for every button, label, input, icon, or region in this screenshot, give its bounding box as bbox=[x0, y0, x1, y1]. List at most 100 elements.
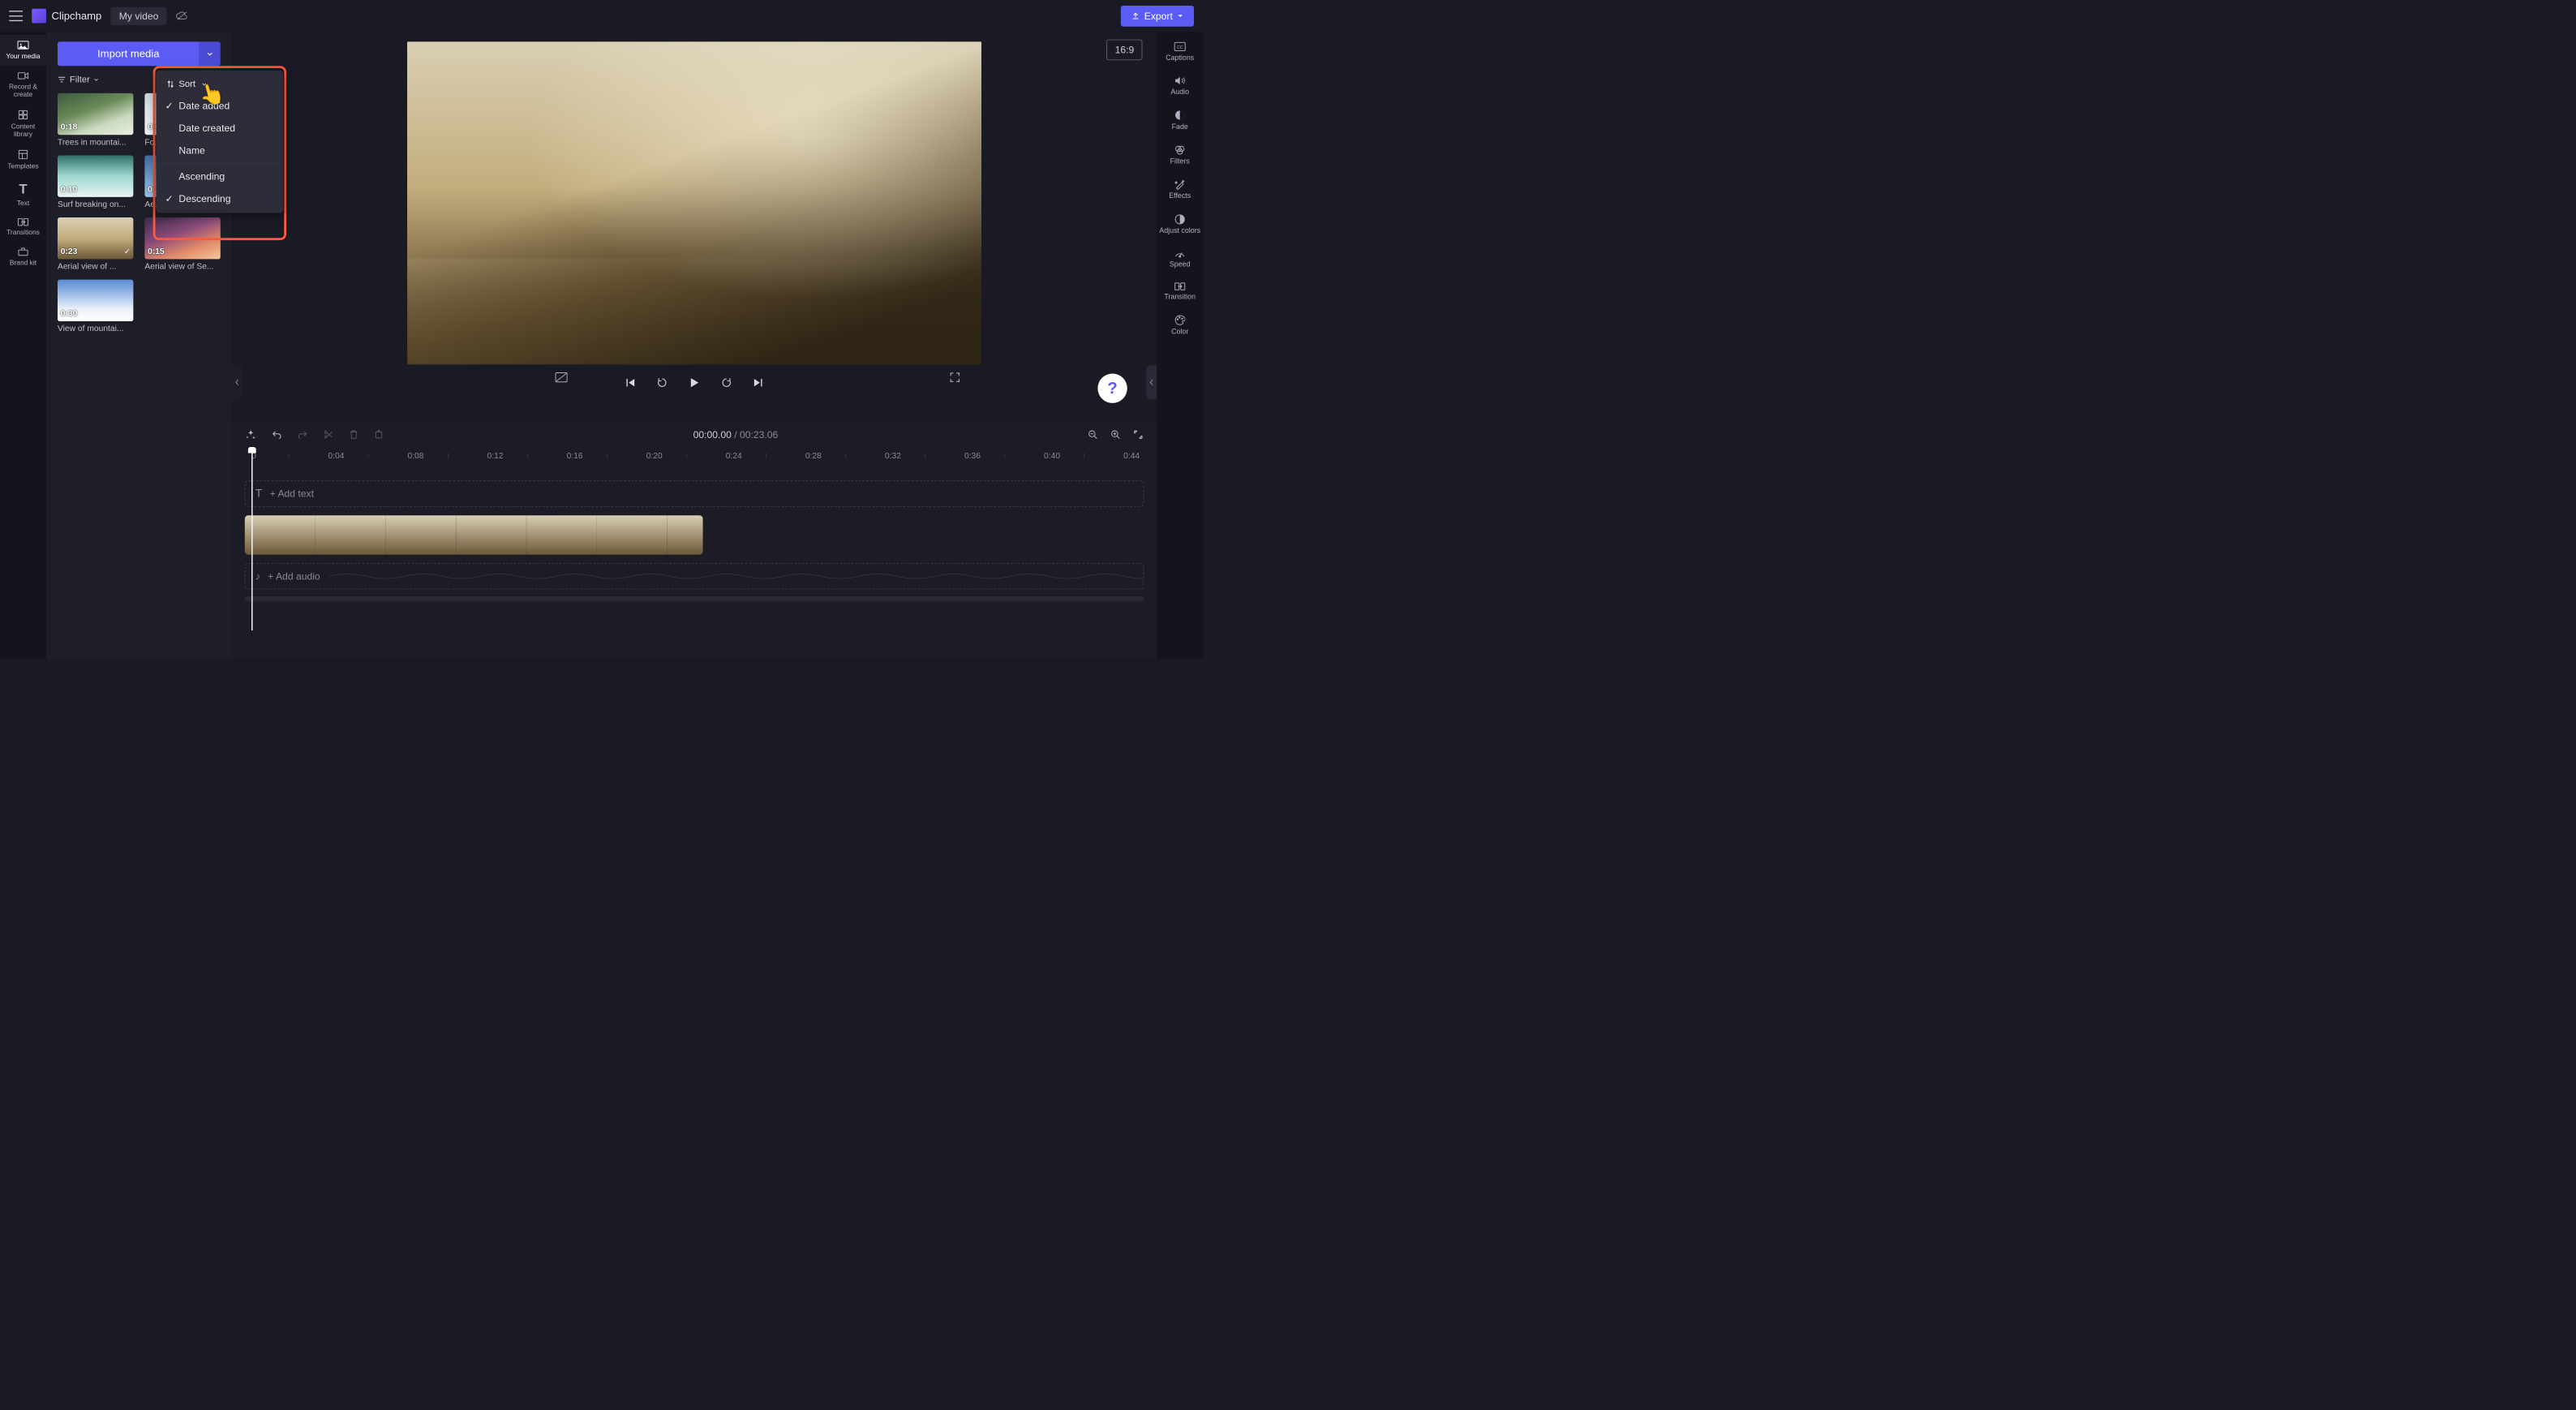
cloud-sync-icon[interactable] bbox=[176, 11, 188, 20]
color-icon bbox=[1174, 315, 1185, 325]
brand: Clipchamp bbox=[32, 9, 101, 24]
rail-templates[interactable]: Templates bbox=[0, 144, 46, 175]
media-thumb[interactable]: 0:10 Surf breaking on... bbox=[58, 155, 133, 208]
sort-menu: Sort ✓Date added Date created Name Ascen… bbox=[156, 71, 283, 213]
rr-effects[interactable]: Effects bbox=[1157, 173, 1203, 208]
crop-button[interactable] bbox=[374, 430, 383, 440]
check-icon: ✓ bbox=[124, 247, 131, 256]
sort-option-ascending[interactable]: Ascending bbox=[156, 166, 283, 188]
split-button[interactable] bbox=[324, 430, 333, 440]
rr-audio[interactable]: Audio bbox=[1157, 69, 1203, 103]
music-note-icon: ♪ bbox=[255, 570, 260, 582]
rail-your-media[interactable]: Your media bbox=[0, 35, 46, 66]
speed-icon bbox=[1174, 249, 1186, 258]
import-media-chevron[interactable] bbox=[200, 41, 221, 66]
fullscreen-button[interactable] bbox=[950, 372, 960, 383]
chevron-left-icon bbox=[1149, 379, 1154, 385]
video-title[interactable]: My video bbox=[110, 7, 166, 25]
check-icon: ✓ bbox=[165, 100, 174, 111]
sort-option-name[interactable]: Name bbox=[156, 140, 283, 162]
chevron-down-icon bbox=[94, 77, 100, 83]
upload-icon bbox=[1131, 11, 1140, 19]
text-icon: T bbox=[255, 488, 263, 501]
audio-waveform-icon bbox=[328, 571, 1144, 582]
rail-record-create[interactable]: Record & create bbox=[0, 66, 46, 104]
rail-content-library[interactable]: Content library bbox=[0, 104, 46, 144]
rr-captions[interactable]: CCCaptions bbox=[1157, 35, 1203, 69]
rr-filters[interactable]: Filters bbox=[1157, 138, 1203, 173]
record-icon bbox=[17, 71, 28, 80]
chevron-down-icon bbox=[201, 81, 207, 87]
skip-end-button[interactable] bbox=[753, 377, 763, 388]
media-thumb[interactable]: 0:30 View of mountai... bbox=[58, 280, 133, 333]
rr-fade[interactable]: Fade bbox=[1157, 103, 1203, 138]
brand-name: Clipchamp bbox=[52, 10, 102, 22]
filters-icon bbox=[1174, 144, 1186, 155]
export-label: Export bbox=[1144, 10, 1173, 21]
media-thumb[interactable]: 0:23✓ Aerial view of ... bbox=[58, 217, 133, 271]
undo-button[interactable] bbox=[272, 431, 281, 439]
timeline-area: 00:00.00 / 00:23.06 0 0:04 0:08 0:12 bbox=[232, 420, 1157, 658]
import-media-button[interactable]: Import media bbox=[58, 41, 200, 66]
fade-icon bbox=[1174, 110, 1185, 120]
chevron-down-icon bbox=[207, 50, 213, 57]
aspect-ratio-button[interactable]: 16:9 bbox=[1106, 40, 1142, 61]
left-rail: Your media Record & create Content libra… bbox=[0, 32, 46, 658]
step-back-button[interactable] bbox=[656, 377, 668, 389]
media-thumb[interactable]: 0:15 Aerial view of Se... bbox=[144, 217, 220, 271]
step-forward-button[interactable] bbox=[721, 377, 732, 389]
hamburger-menu[interactable] bbox=[9, 11, 23, 21]
chevron-down-icon bbox=[1177, 13, 1183, 19]
library-icon bbox=[18, 110, 28, 120]
rail-brand-kit[interactable]: Brand kit bbox=[0, 242, 46, 272]
templates-icon bbox=[18, 149, 28, 160]
sort-option-date-created[interactable]: Date created bbox=[156, 117, 283, 140]
timeline-clip[interactable] bbox=[245, 515, 703, 555]
rail-transitions[interactable]: Transitions bbox=[0, 213, 46, 242]
rail-text[interactable]: T Text bbox=[0, 175, 46, 213]
redo-button[interactable] bbox=[298, 431, 307, 439]
auto-compose-button[interactable] bbox=[246, 429, 256, 440]
timeline-scrollbar[interactable] bbox=[245, 596, 1144, 602]
playhead[interactable] bbox=[251, 449, 252, 630]
svg-text:CC: CC bbox=[1177, 45, 1183, 50]
filter-button[interactable]: Filter bbox=[58, 75, 99, 85]
delete-button[interactable] bbox=[350, 430, 358, 440]
brand-kit-icon bbox=[17, 247, 28, 256]
skip-start-button[interactable] bbox=[625, 377, 636, 388]
media-icon bbox=[17, 41, 28, 50]
rr-speed[interactable]: Speed bbox=[1157, 242, 1203, 275]
media-thumb[interactable]: 0:18 Trees in mountai... bbox=[58, 93, 133, 147]
right-rail: CCCaptions Audio Fade Filters Effects Ad… bbox=[1157, 32, 1203, 658]
add-text-track[interactable]: T + Add text bbox=[245, 480, 1144, 507]
add-audio-track[interactable]: ♪ + Add audio bbox=[245, 563, 1144, 590]
check-icon: ✓ bbox=[165, 193, 174, 204]
audio-icon bbox=[1174, 75, 1186, 85]
timeline-time: 00:00.00 / 00:23.06 bbox=[399, 428, 1071, 440]
expand-right-panel-button[interactable] bbox=[1146, 365, 1157, 399]
rr-color[interactable]: Color bbox=[1157, 308, 1203, 343]
preview-frame[interactable] bbox=[407, 41, 981, 364]
filter-icon bbox=[58, 76, 66, 83]
adjust-colors-icon bbox=[1174, 214, 1185, 225]
transitions-icon bbox=[17, 218, 28, 226]
play-button[interactable] bbox=[689, 376, 701, 389]
transition-icon bbox=[1174, 282, 1186, 290]
export-button[interactable]: Export bbox=[1121, 6, 1194, 27]
rr-transition[interactable]: Transition bbox=[1157, 275, 1203, 307]
sort-button[interactable]: Sort bbox=[156, 74, 283, 95]
zoom-in-button[interactable] bbox=[1110, 430, 1120, 440]
zoom-out-button[interactable] bbox=[1088, 430, 1097, 440]
sort-option-descending[interactable]: ✓Descending bbox=[156, 187, 283, 210]
zoom-fit-button[interactable] bbox=[1133, 430, 1143, 440]
help-button[interactable]: ? bbox=[1097, 373, 1127, 402]
rr-adjust-colors[interactable]: Adjust colors bbox=[1157, 208, 1203, 243]
preview-area: 16:9 ? bbox=[232, 32, 1157, 658]
brand-logo-icon bbox=[32, 9, 46, 24]
sort-icon bbox=[166, 80, 174, 88]
timeline-ruler[interactable]: 0 0:04 0:08 0:12 0:16 0:20 0:24 0:28 bbox=[245, 449, 1144, 467]
safe-zone-icon[interactable] bbox=[555, 372, 568, 383]
effects-icon bbox=[1174, 179, 1185, 190]
sort-option-date-added[interactable]: ✓Date added bbox=[156, 95, 283, 118]
captions-icon: CC bbox=[1174, 41, 1186, 51]
